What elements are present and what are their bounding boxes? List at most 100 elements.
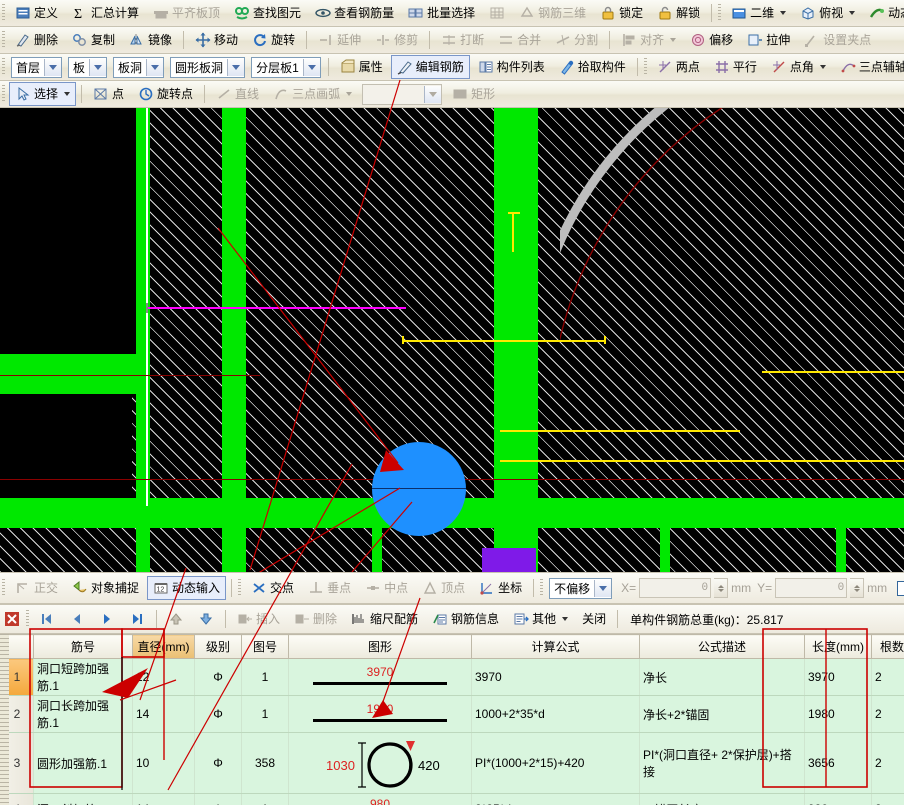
next-record-button[interactable] [93, 607, 121, 631]
cell-grade[interactable]: Φ [195, 794, 242, 805]
floor-select[interactable]: 首层 [11, 57, 62, 78]
cell-name[interactable]: 圆形加强筋.1 [34, 733, 133, 794]
component-type-select[interactable]: 板洞 [113, 57, 164, 78]
category-select[interactable]: 板 [68, 57, 107, 78]
table-row[interactable]: 3圆形加强筋.110Φ358 1030 420 PI*(1000+2*15)+4… [1, 733, 904, 794]
toolbar-grip[interactable] [718, 4, 721, 22]
toolbar-grip[interactable] [2, 4, 5, 22]
batch-select-button[interactable]: 批量选择 [402, 1, 481, 25]
mirror-button[interactable]: 镜像 [123, 28, 178, 52]
select-arrow-button[interactable]: 选择 [9, 82, 76, 106]
two-point-button[interactable]: 两点 [651, 55, 706, 79]
cad-canvas[interactable]: A [0, 108, 904, 572]
three-point-axis-button[interactable]: 三点辅轴 [834, 55, 904, 79]
parallel-button[interactable]: 平行 [708, 55, 763, 79]
关闭-button[interactable]: 关闭 [576, 607, 612, 631]
cell-desc[interactable]: 净长+2*锚固 [640, 696, 805, 733]
chevron-down-icon[interactable] [89, 59, 106, 76]
view-2d-button[interactable]: 二维 [725, 1, 792, 25]
first-record-button[interactable] [33, 607, 61, 631]
cell-shape[interactable]: 980 [289, 794, 472, 805]
chevron-down-icon[interactable] [227, 59, 244, 76]
circular-slab-hole[interactable] [372, 442, 466, 536]
cell-grade[interactable]: Φ [195, 659, 242, 696]
cell-shape[interactable]: 1030 420 [289, 733, 472, 794]
scale-rebar-button[interactable]: 缩尺配筋 [345, 607, 424, 631]
offset-y-spinner[interactable] [850, 578, 864, 598]
column-header-diameter[interactable]: 直径(mm) [133, 635, 195, 659]
top-view-button[interactable]: 俯视 [794, 1, 861, 25]
dynamic-observe-button[interactable]: 动态观察 [863, 1, 904, 25]
cell-diameter[interactable]: 12 [133, 659, 195, 696]
cell-desc[interactable]: PI*(洞口直径+ 2*保护层)+搭接 [640, 733, 805, 794]
cell-length[interactable]: 3970 [805, 659, 872, 696]
pick-component-button[interactable]: 拾取构件 [553, 55, 632, 79]
edit-rebar-button[interactable]: 编辑钢筋 [391, 55, 470, 79]
component-list-button[interactable]: 构件列表 [472, 55, 551, 79]
component-name-select[interactable]: 分层板1 [251, 57, 321, 78]
toolbar-grip[interactable] [2, 31, 5, 49]
table-row[interactable]: 4洞口斜加筋.114Φ1 980 2*35*d2*锚固长度98080 [1, 794, 904, 805]
cell-length[interactable]: 3656 [805, 733, 872, 794]
lock-button[interactable]: 锁定 [594, 1, 649, 25]
find-element-button[interactable]: 查找图元 [228, 1, 307, 25]
column-element[interactable] [482, 548, 536, 572]
chevron-down-icon[interactable] [44, 59, 61, 76]
view-rebar-qty-button[interactable]: 查看钢筋量 [309, 1, 400, 25]
table-row[interactable]: 2洞口长跨加强筋.114Φ1 1980 1000+2*35*d净长+2*锚固19… [1, 696, 904, 733]
cell-name[interactable]: 洞口斜加筋.1 [34, 794, 133, 805]
cell-length[interactable]: 1980 [805, 696, 872, 733]
last-record-button[interactable] [123, 607, 151, 631]
chevron-down-icon[interactable] [594, 580, 611, 597]
toolbar-grip[interactable] [540, 579, 543, 597]
offset-mode-select[interactable]: 不偏移 [549, 578, 612, 599]
cell-diameter[interactable]: 14 [133, 794, 195, 805]
toolbar-grip[interactable] [2, 579, 5, 597]
close-panel-button[interactable] [1, 607, 23, 631]
intersection-button[interactable]: 交点 [245, 576, 300, 600]
rotate-button[interactable]: 旋转 [246, 28, 301, 52]
cell-formula[interactable]: PI*(1000+2*15)+420 [472, 733, 640, 794]
shape-type-select[interactable]: 圆形板洞 [170, 57, 245, 78]
rotate-checkbox[interactable] [897, 581, 904, 596]
offset-x-input[interactable]: 0 [639, 578, 711, 598]
stretch-button[interactable]: 拉伸 [741, 28, 796, 52]
other-button[interactable]: 其他 [507, 607, 574, 631]
cell-count[interactable]: 2 [872, 733, 904, 794]
cell-formula[interactable]: 2*35*d [472, 794, 640, 805]
cell-formula[interactable]: 3970 [472, 659, 640, 696]
point-button[interactable]: 点 [87, 82, 130, 106]
column-header-count[interactable]: 根数 [872, 635, 904, 659]
rebar-table-container[interactable]: 筋号直径(mm)级别图号图形计算公式公式描述长度(mm)根数搭接 1洞口短跨加强… [0, 634, 904, 805]
toolbar-grip[interactable] [644, 58, 647, 76]
cell-desc[interactable]: 2*锚固长度 [640, 794, 805, 805]
coordinate-button[interactable]: 坐标 [473, 576, 528, 600]
rebar-info-button[interactable]: 钢筋信息 [426, 607, 505, 631]
rotate-point-button[interactable]: 旋转点 [132, 82, 199, 106]
cell-formula[interactable]: 1000+2*35*d [472, 696, 640, 733]
move-button[interactable]: 移动 [189, 28, 244, 52]
toolbar-grip[interactable] [2, 58, 5, 76]
column-header-formula[interactable]: 计算公式 [472, 635, 640, 659]
cell-count[interactable]: 2 [872, 696, 904, 733]
column-header-figno[interactable]: 图号 [242, 635, 289, 659]
chevron-down-icon[interactable] [146, 59, 163, 76]
cell-grade[interactable]: Φ [195, 696, 242, 733]
cell-figno[interactable]: 1 [242, 659, 289, 696]
cell-diameter[interactable]: 14 [133, 696, 195, 733]
offset-x-spinner[interactable] [714, 578, 728, 598]
cell-figno[interactable]: 1 [242, 696, 289, 733]
cell-shape[interactable]: 1980 [289, 696, 472, 733]
column-header-desc[interactable]: 公式描述 [640, 635, 805, 659]
dynamic-input-button[interactable]: 12动态输入 [147, 576, 226, 600]
object-snap-button[interactable]: 对象捕捉 [66, 576, 145, 600]
property-button[interactable]: 属性 [334, 55, 389, 79]
cell-count[interactable]: 2 [872, 659, 904, 696]
table-row[interactable]: 1洞口短跨加强筋.112Φ1 3970 3970净长397020 [1, 659, 904, 696]
prev-record-button[interactable] [63, 607, 91, 631]
cell-diameter[interactable]: 10 [133, 733, 195, 794]
cell-figno[interactable]: 358 [242, 733, 289, 794]
column-header-length[interactable]: 长度(mm) [805, 635, 872, 659]
cell-shape[interactable]: 3970 [289, 659, 472, 696]
cell-desc[interactable]: 净长 [640, 659, 805, 696]
